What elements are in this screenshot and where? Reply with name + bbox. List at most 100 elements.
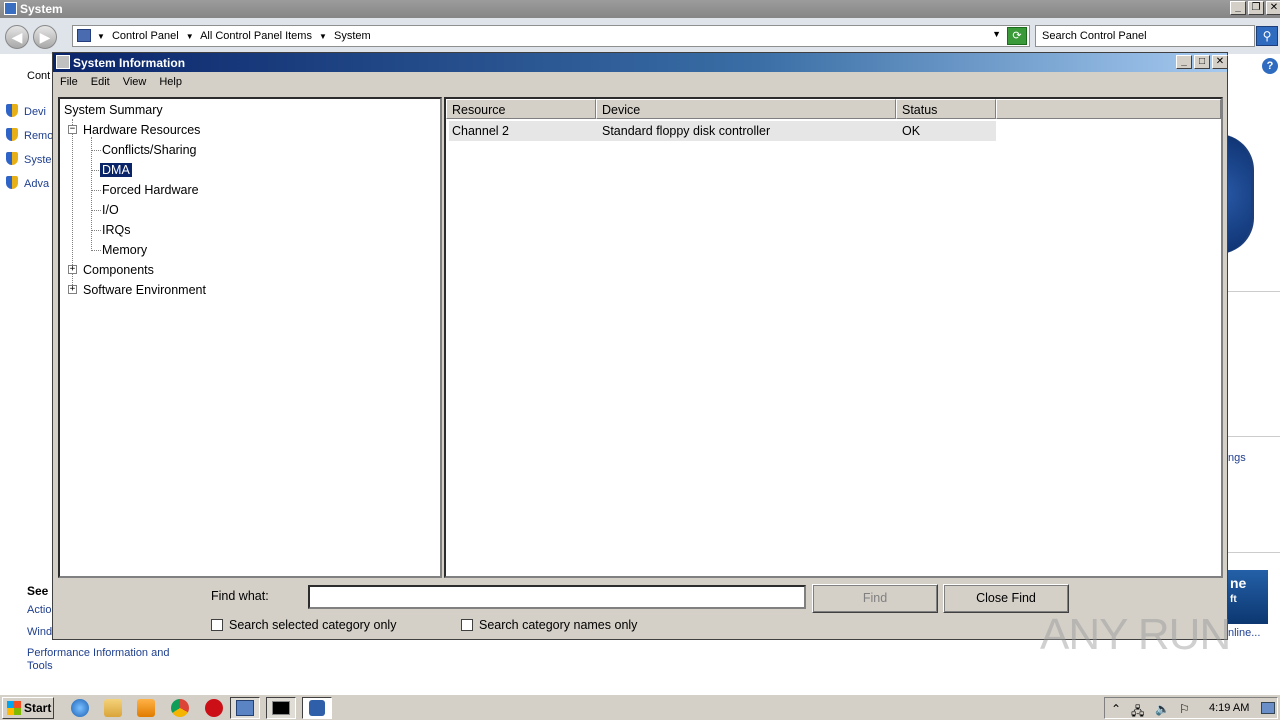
see-also-link-windows-update[interactable]: Wind <box>27 626 52 638</box>
expand-icon[interactable]: + <box>68 265 77 274</box>
notification-area: ⌃ 🖧 🔈 ⚐ 4:19 AM <box>1104 697 1278 719</box>
see-also-link-action-center[interactable]: Actio <box>27 604 51 616</box>
start-button[interactable]: Start <box>2 697 54 719</box>
restore-button[interactable]: ❐ <box>1248 1 1264 15</box>
internet-explorer-icon[interactable] <box>71 699 89 717</box>
volume-icon[interactable]: 🔈 <box>1155 702 1170 716</box>
tree-item-hardware-resources[interactable]: Hardware Resources <box>83 121 200 139</box>
breadcrumb-control-panel[interactable]: Control Panel <box>112 30 179 42</box>
change-settings-link[interactable]: ngs <box>1228 452 1246 464</box>
breadcrumb: ▼ Control Panel ▼ All Control Panel Item… <box>97 30 371 42</box>
menu-file[interactable]: File <box>53 73 84 93</box>
forward-button[interactable]: ▶ <box>33 25 57 49</box>
checkbox-icon[interactable] <box>211 619 223 631</box>
chrome-icon[interactable] <box>171 699 189 717</box>
help-icon[interactable]: ? <box>1262 58 1278 74</box>
address-bar[interactable]: ▼ Control Panel ▼ All Control Panel Item… <box>72 25 1030 47</box>
tree-item-irqs[interactable]: IRQs <box>102 221 130 239</box>
show-desktop-icon[interactable] <box>1261 702 1275 714</box>
performance-link[interactable]: Performance Information and Tools <box>27 647 187 673</box>
address-dropdown-icon[interactable]: ▼ <box>992 29 1001 39</box>
menu-help[interactable]: Help <box>152 73 188 93</box>
category-tree[interactable]: System Summary − Hardware Resources Conf… <box>58 97 442 578</box>
menu-view[interactable]: View <box>116 73 153 93</box>
back-button[interactable]: ◀ <box>5 25 29 49</box>
control-panel-sidebar: Cont Devi Remo Syste Adva <box>0 54 54 694</box>
search-selected-category-checkbox[interactable]: Search selected category only <box>211 618 396 632</box>
details-list[interactable]: Resource Device Status Channel 2 Standar… <box>444 97 1223 578</box>
taskbar: Start ⌃ 🖧 🔈 ⚐ 4:19 AM <box>0 694 1280 720</box>
close-find-button[interactable]: Close Find <box>943 584 1069 613</box>
tree-item-dma[interactable]: DMA <box>100 161 132 179</box>
anyrun-watermark: ANY RUN <box>1040 610 1231 659</box>
cell-resource: Channel 2 <box>452 124 509 138</box>
system-window-titlebar: System _ ❐ ✕ <box>0 0 1280 18</box>
sidebar-item-system-protection[interactable]: Syste <box>6 152 52 166</box>
clock[interactable]: 4:19 AM <box>1209 702 1249 714</box>
find-what-label: Find what: <box>211 589 269 603</box>
search-input[interactable]: Search Control Panel <box>1035 25 1255 47</box>
search-icon[interactable]: ⚲ <box>1256 26 1278 46</box>
list-header: Resource Device Status <box>446 99 1221 119</box>
close-button[interactable]: ✕ <box>1266 1 1280 15</box>
control-panel-icon <box>236 700 254 716</box>
system-window-title: System <box>20 2 63 16</box>
media-player-icon[interactable] <box>137 699 155 717</box>
tree-item-io[interactable]: I/O <box>102 201 119 219</box>
expand-icon[interactable]: + <box>68 285 77 294</box>
action-center-flag-icon[interactable]: ⚐ <box>1179 702 1190 716</box>
see-also-heading: See <box>27 584 49 598</box>
tree-item-system-summary[interactable]: System Summary <box>64 101 163 119</box>
divider <box>1228 436 1280 437</box>
close-button[interactable]: ✕ <box>1212 55 1228 69</box>
refresh-button[interactable]: ⟳ <box>1007 27 1027 45</box>
show-hidden-icons-icon[interactable]: ⌃ <box>1111 702 1121 716</box>
find-what-input[interactable] <box>308 585 806 609</box>
menu-bar: File Edit View Help <box>53 73 188 93</box>
collapse-icon[interactable]: − <box>68 125 77 134</box>
minimize-button[interactable]: _ <box>1230 1 1246 15</box>
shield-icon <box>6 176 18 189</box>
opera-icon[interactable] <box>205 699 223 717</box>
column-header-status[interactable]: Status <box>896 99 996 119</box>
control-panel-icon <box>77 29 91 42</box>
maximize-button[interactable]: □ <box>1194 55 1210 69</box>
tree-item-memory[interactable]: Memory <box>102 241 147 259</box>
explorer-folder-icon[interactable] <box>104 699 122 717</box>
msinfo-app-icon <box>56 55 70 69</box>
sidebar-item-device-manager[interactable]: Devi <box>6 104 46 118</box>
tree-item-components[interactable]: Components <box>83 261 154 279</box>
msinfo-caption-buttons: _ □ ✕ <box>1174 55 1228 69</box>
taskbar-button-system-information[interactable] <box>302 697 332 719</box>
breadcrumb-system[interactable]: System <box>334 30 371 42</box>
shield-icon <box>6 152 18 165</box>
find-button[interactable]: Find <box>812 584 938 613</box>
command-prompt-icon <box>272 701 290 715</box>
cell-device: Standard floppy disk controller <box>602 124 771 138</box>
windows-flag-icon <box>7 701 21 715</box>
column-header-empty <box>996 99 1221 119</box>
tree-item-forced-hardware[interactable]: Forced Hardware <box>102 181 199 199</box>
minimize-button[interactable]: _ <box>1176 55 1192 69</box>
learn-more-online-link[interactable]: nline... <box>1228 627 1260 639</box>
system-information-icon <box>309 700 325 716</box>
breadcrumb-all-items[interactable]: All Control Panel Items <box>200 30 312 42</box>
system-info-right-area: ngs ne ft nline... <box>1218 54 1280 694</box>
column-header-device[interactable]: Device <box>596 99 896 119</box>
sidebar-item-remote[interactable]: Remo <box>6 128 53 142</box>
shield-icon <box>6 128 18 141</box>
taskbar-button-cmd[interactable] <box>266 697 296 719</box>
menu-edit[interactable]: Edit <box>84 73 116 93</box>
column-header-resource[interactable]: Resource <box>446 99 596 119</box>
divider <box>1228 552 1280 553</box>
taskbar-button-control-panel[interactable] <box>230 697 260 719</box>
tree-item-conflicts-sharing[interactable]: Conflicts/Sharing <box>102 141 197 159</box>
sidebar-item-advanced[interactable]: Adva <box>6 176 49 190</box>
system-window-caption-buttons: _ ❐ ✕ <box>1228 1 1280 15</box>
table-row[interactable]: Channel 2 Standard floppy disk controlle… <box>449 121 996 141</box>
checkbox-icon[interactable] <box>461 619 473 631</box>
tree-item-software-environment[interactable]: Software Environment <box>83 281 206 299</box>
cell-status: OK <box>902 124 921 138</box>
search-category-names-checkbox[interactable]: Search category names only <box>461 618 637 632</box>
system-window-icon <box>4 2 17 15</box>
